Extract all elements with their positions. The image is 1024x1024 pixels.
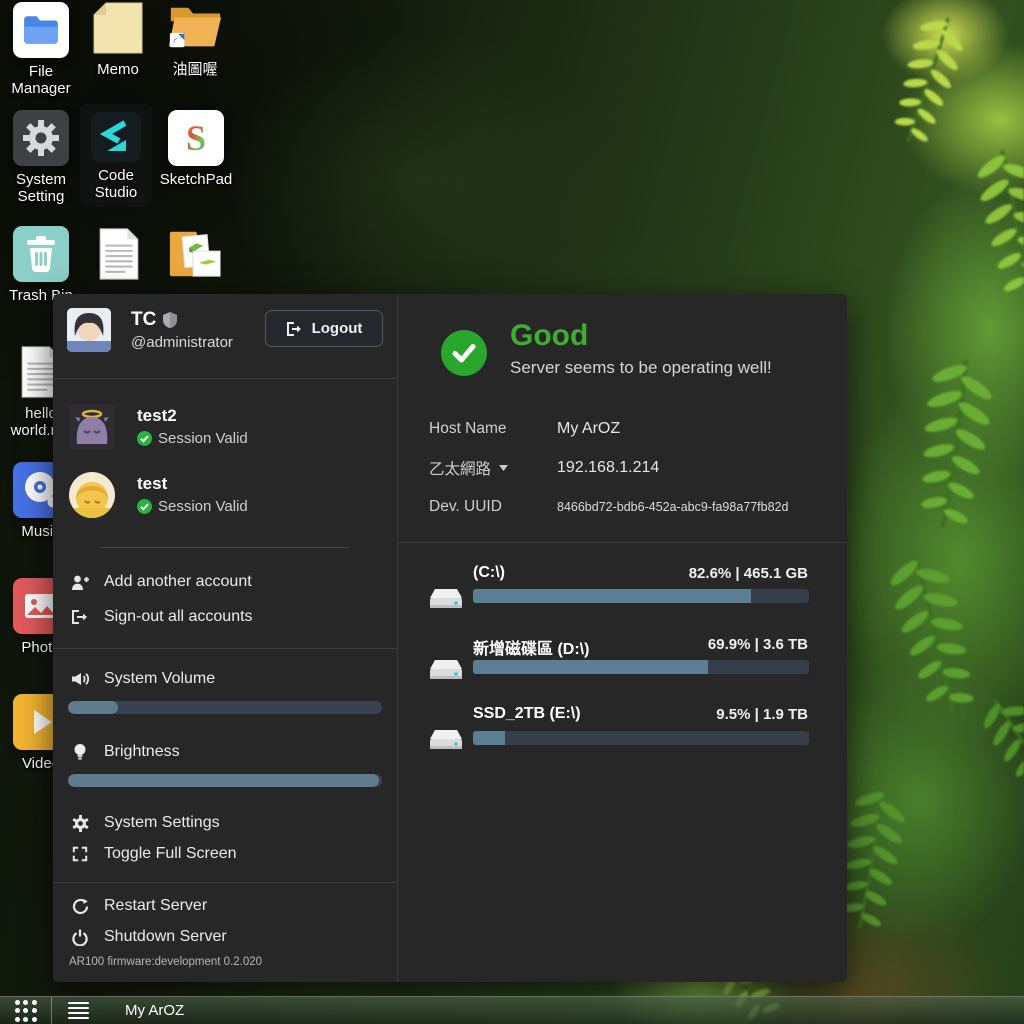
hard-drive-icon: [429, 586, 463, 617]
divider: [53, 882, 397, 883]
divider: [53, 648, 397, 649]
disk-name: 新增磁碟區 (D:\): [473, 635, 589, 659]
desktop-icon-trash-bin[interactable]: Trash Bin: [2, 226, 80, 304]
desktop-icon-folder-files[interactable]: [156, 226, 234, 287]
user-handle: @administrator: [131, 334, 233, 351]
desktop-icon-code-studio[interactable]: Code Studio: [80, 104, 152, 207]
document-icon: [91, 226, 147, 282]
disk-usage-bar: [473, 660, 809, 674]
account-name: test: [137, 474, 248, 494]
info-row-hostname: Host Name My ArOZ: [429, 418, 620, 440]
lightbulb-icon: [69, 743, 91, 761]
check-icon: [137, 499, 152, 514]
toggle-fullscreen-item[interactable]: Toggle Full Screen: [69, 842, 237, 866]
signout-all-item[interactable]: Sign-out all accounts: [69, 605, 253, 629]
status-subtitle: Server seems to be operating well!: [510, 358, 772, 378]
desktop-icon-shortcut-folder[interactable]: 油圖喔: [156, 0, 234, 78]
taskbar-app-title[interactable]: My ArOZ: [125, 1002, 184, 1019]
brightness-label: Brightness: [69, 741, 180, 763]
quick-access-panel: TC @administrator Logout test2 Session V…: [53, 294, 847, 982]
icon-label: SketchPad: [160, 171, 233, 188]
desktop-icon-document[interactable]: [80, 226, 158, 287]
user-name: TC: [131, 309, 177, 331]
firmware-version: AR100 firmware:development 0.2.020: [69, 956, 262, 968]
taskbar: My ArOZ: [0, 996, 1024, 1024]
hard-drive-icon: [429, 727, 463, 758]
server-status-panel: Good Server seems to be operating well! …: [397, 294, 847, 982]
chevron-down-icon: [499, 465, 508, 471]
info-row-network: 乙太網路 192.168.1.214: [429, 457, 659, 479]
avatar: [69, 404, 115, 450]
icon-label: Memo: [97, 61, 139, 78]
volume-label: System Volume: [69, 668, 215, 690]
account-row-test[interactable]: test Session Valid: [69, 472, 248, 518]
sketchpad-icon: S: [168, 110, 224, 166]
divider: [53, 378, 397, 379]
check-icon: [137, 431, 152, 446]
account-row-test2[interactable]: test2 Session Valid: [69, 404, 248, 450]
icon-label: Code Studio: [80, 167, 152, 201]
speaker-icon: [69, 671, 91, 687]
add-user-icon: [69, 574, 91, 591]
account-panel: TC @administrator Logout test2 Session V…: [53, 294, 397, 982]
folder-files-icon: [167, 226, 223, 282]
apps-grid-button[interactable]: [0, 997, 52, 1024]
session-status: Session Valid: [137, 498, 248, 515]
desktop-icon-memo[interactable]: Memo: [79, 0, 157, 78]
divider: [398, 542, 847, 543]
session-status: Session Valid: [137, 430, 248, 447]
desktop-icon-sketchpad[interactable]: S SketchPad: [157, 110, 235, 188]
disk-usage-bar: [473, 731, 809, 745]
volume-slider[interactable]: [68, 701, 382, 714]
disk-name: SSD_2TB (E:\): [473, 705, 581, 723]
logout-icon: [286, 321, 303, 337]
restart-server-item[interactable]: Restart Server: [69, 894, 207, 918]
logout-button[interactable]: Logout: [265, 310, 383, 347]
disk-usage-bar: [473, 589, 809, 603]
restart-icon: [69, 898, 91, 915]
disk-usage: 9.5% | 1.9 TB: [716, 706, 808, 723]
code-studio-icon: [91, 112, 141, 162]
fullscreen-icon: [69, 846, 91, 862]
sign-out-icon: [69, 609, 91, 625]
svg-text:S: S: [186, 118, 206, 158]
trash-icon: [13, 226, 69, 282]
gear-icon: [69, 815, 91, 832]
hard-drive-icon: [429, 657, 463, 688]
status-ok-icon: [441, 330, 487, 376]
disk-usage: 82.6% | 465.1 GB: [689, 565, 808, 582]
gear-icon: [13, 110, 69, 166]
disk-name: (C:\): [473, 564, 505, 582]
menu-button[interactable]: [64, 998, 93, 1023]
memo-icon: [90, 0, 146, 56]
avatar[interactable]: [67, 308, 111, 352]
shield-icon: [163, 312, 177, 328]
info-row-uuid: Dev. UUID 8466bd72-bdb6-452a-abc9-fa98a7…: [429, 496, 788, 518]
disk-usage: 69.9% | 3.6 TB: [708, 636, 808, 653]
icon-label: 油圖喔: [172, 61, 217, 78]
add-account-item[interactable]: Add another account: [69, 570, 252, 594]
icon-label: File Manager: [2, 63, 80, 97]
desktop-icon-system-setting[interactable]: System Setting: [2, 110, 80, 205]
brightness-slider[interactable]: [68, 774, 382, 787]
power-icon: [69, 929, 91, 946]
apps-grid-icon: [15, 1000, 37, 1022]
shortcut-folder-icon: [167, 0, 223, 56]
desktop-icon-file-manager[interactable]: File Manager: [2, 2, 80, 97]
account-name: test2: [137, 406, 248, 426]
status-title: Good: [510, 319, 588, 353]
file-manager-icon: [13, 2, 69, 58]
divider: [100, 547, 350, 548]
icon-label: System Setting: [2, 171, 80, 205]
avatar: [69, 472, 115, 518]
network-dropdown[interactable]: 乙太網路: [429, 457, 557, 479]
system-settings-item[interactable]: System Settings: [69, 811, 220, 835]
shutdown-server-item[interactable]: Shutdown Server: [69, 925, 227, 949]
